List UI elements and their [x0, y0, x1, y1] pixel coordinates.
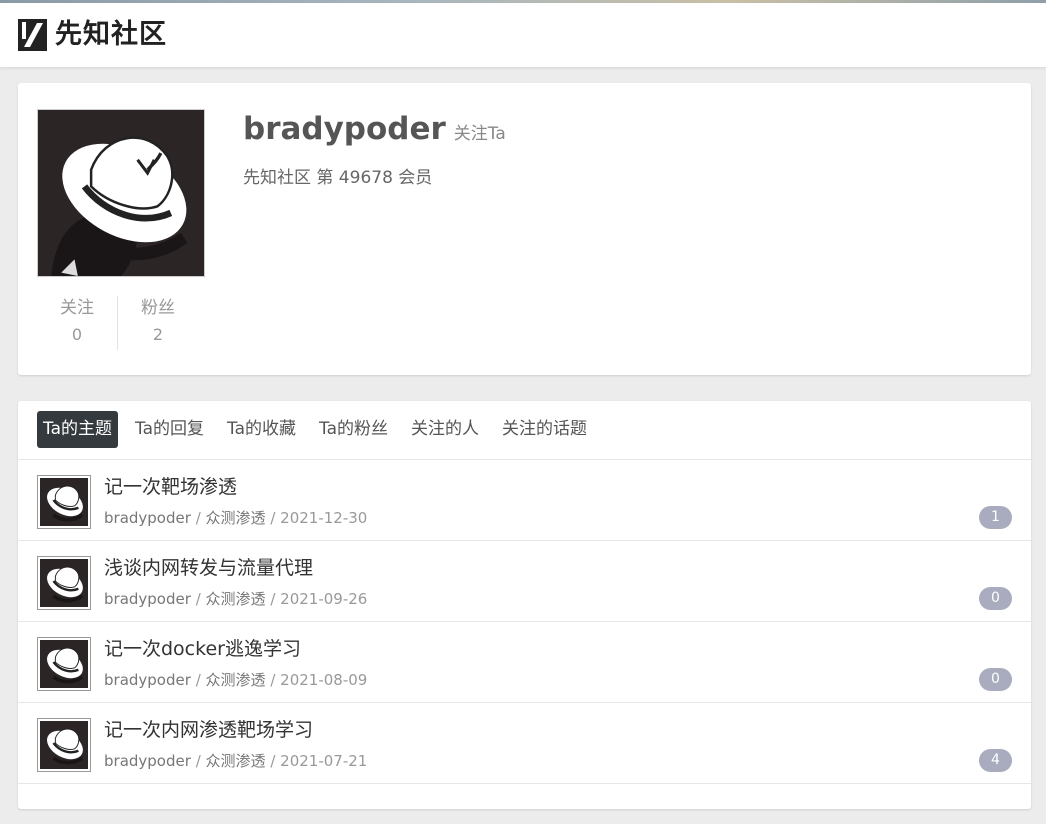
topic-author[interactable]: bradypoder [104, 509, 191, 527]
topic-author[interactable]: bradypoder [104, 752, 191, 770]
topic-meta: bradypoder / 众测渗透 / 2021-12-30 [104, 507, 367, 528]
username: bradypoder [243, 111, 446, 147]
tab-my-followers[interactable]: Ta的粉丝 [313, 411, 394, 448]
meta-separator: / [270, 509, 276, 527]
navbar: 先知社区 [0, 3, 1046, 68]
topic-meta: bradypoder / 众测渗透 / 2021-09-26 [104, 588, 367, 609]
tab-following-topics[interactable]: 关注的话题 [496, 411, 593, 448]
brand-home-link[interactable]: 先知社区 [18, 19, 167, 51]
author-avatar[interactable] [37, 718, 91, 772]
meta-separator: / [195, 509, 201, 527]
author-avatar[interactable] [37, 475, 91, 529]
topic-date: 2021-07-21 [280, 752, 368, 770]
topics-card: Ta的主题 Ta的回复 Ta的收藏 Ta的粉丝 关注的人 关注的话题 记一次靶场… [18, 401, 1031, 809]
author-avatar[interactable] [37, 637, 91, 691]
topic-date: 2021-09-26 [280, 590, 368, 608]
meta-separator: / [270, 752, 276, 770]
topic-meta: bradypoder / 众测渗透 / 2021-07-21 [104, 750, 367, 771]
topic-row: 记一次docker逃逸学习 bradypoder / 众测渗透 / 2021-0… [18, 622, 1031, 703]
profile-tabs: Ta的主题 Ta的回复 Ta的收藏 Ta的粉丝 关注的人 关注的话题 [37, 411, 604, 448]
meta-separator: / [270, 671, 276, 689]
topic-category[interactable]: 众测渗透 [206, 752, 266, 770]
topic-list: 记一次靶场渗透 bradypoder / 众测渗透 / 2021-12-30 1… [18, 460, 1031, 784]
following-count: 0 [71, 325, 83, 344]
profile-stats: 关注 0 粉丝 2 [37, 296, 217, 350]
following-stat[interactable]: 关注 0 [37, 296, 117, 346]
followers-count: 2 [152, 325, 164, 344]
member-number: 先知社区 第 49678 会员 [243, 168, 433, 188]
topic-title[interactable]: 浅谈内网转发与流量代理 [104, 553, 313, 580]
meta-separator: / [195, 671, 201, 689]
topic-title[interactable]: 记一次内网渗透靶场学习 [104, 715, 313, 742]
topic-meta: bradypoder / 众测渗透 / 2021-08-09 [104, 669, 367, 690]
white-fedora-avatar [38, 110, 204, 276]
topic-row: 记一次靶场渗透 bradypoder / 众测渗透 / 2021-12-30 1 [18, 460, 1031, 541]
tab-my-favorites[interactable]: Ta的收藏 [221, 411, 302, 448]
topic-row: 记一次内网渗透靶场学习 bradypoder / 众测渗透 / 2021-07-… [18, 703, 1031, 784]
white-fedora-avatar [40, 559, 88, 607]
xianzhi-logo-icon [18, 19, 47, 51]
white-fedora-avatar [40, 478, 88, 526]
topic-category[interactable]: 众测渗透 [206, 671, 266, 689]
topic-date: 2021-12-30 [280, 509, 368, 527]
topic-date: 2021-08-09 [280, 671, 368, 689]
white-fedora-avatar [40, 721, 88, 769]
reply-count-badge[interactable]: 4 [979, 749, 1012, 772]
following-label: 关注 [60, 298, 94, 318]
tab-my-topics[interactable]: Ta的主题 [37, 411, 118, 448]
tab-my-replies[interactable]: Ta的回复 [129, 411, 210, 448]
topic-row: 浅谈内网转发与流量代理 bradypoder / 众测渗透 / 2021-09-… [18, 541, 1031, 622]
meta-separator: / [270, 590, 276, 608]
meta-separator: / [195, 590, 201, 608]
follow-button[interactable]: 关注Ta [454, 119, 506, 144]
reply-count-badge[interactable]: 0 [979, 668, 1012, 691]
topic-category[interactable]: 众测渗透 [206, 509, 266, 527]
reply-count-badge[interactable]: 1 [979, 506, 1012, 529]
followers-stat[interactable]: 粉丝 2 [117, 296, 198, 350]
profile-card: 关注 0 粉丝 2 bradypoder 关注Ta 先知社区 第 49678 会… [18, 83, 1031, 375]
brand-name: 先知社区 [55, 19, 167, 50]
meta-separator: / [195, 752, 201, 770]
followers-label: 粉丝 [141, 298, 175, 318]
username-row: bradypoder 关注Ta [243, 111, 506, 147]
profile-avatar [37, 109, 205, 277]
topic-author[interactable]: bradypoder [104, 671, 191, 689]
reply-count-badge[interactable]: 0 [979, 587, 1012, 610]
topic-author[interactable]: bradypoder [104, 590, 191, 608]
topic-title[interactable]: 记一次靶场渗透 [104, 472, 237, 499]
author-avatar[interactable] [37, 556, 91, 610]
topic-category[interactable]: 众测渗透 [206, 590, 266, 608]
tab-following-people[interactable]: 关注的人 [405, 411, 485, 448]
topic-title[interactable]: 记一次docker逃逸学习 [104, 634, 301, 661]
white-fedora-avatar [40, 640, 88, 688]
